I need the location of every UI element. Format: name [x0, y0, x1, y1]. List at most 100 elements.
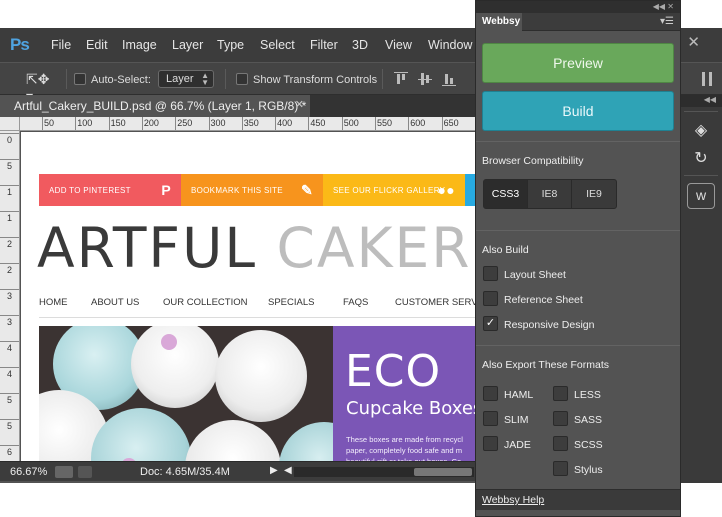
site-nav-collection[interactable]: OUR COLLECTION	[163, 297, 247, 308]
menu-type[interactable]: Type	[217, 38, 244, 52]
share-flickr[interactable]: SEE OUR FLICKR GALLERY ●●	[323, 174, 465, 206]
ruler-tick	[141, 117, 143, 130]
close-tab-icon[interactable]: ✕	[295, 98, 304, 111]
browser-compat-heading: Browser Compatibility	[482, 155, 584, 167]
document-profile-icon[interactable]	[55, 466, 73, 478]
site-nav-about[interactable]: ABOUT US	[91, 297, 139, 308]
site-nav-home[interactable]: HOME	[39, 297, 68, 308]
align-bottom-icon[interactable]	[442, 72, 456, 86]
menu-view[interactable]: View	[385, 38, 412, 52]
webbsy-icon[interactable]: w	[687, 183, 715, 209]
menu-filter[interactable]: Filter	[310, 38, 338, 52]
move-tool-icon[interactable]: ⇱✥ ▾	[26, 71, 58, 104]
layout-sheet-checkbox[interactable]	[483, 266, 498, 281]
ruler-tick-label: 2	[7, 239, 13, 249]
responsive-design-label: Responsive Design	[504, 319, 595, 331]
collapse-dock-icon[interactable]: ◀◀	[680, 95, 722, 107]
ruler-corner	[0, 117, 20, 131]
nav-divider	[39, 317, 476, 318]
auto-select-value: Layer	[166, 73, 194, 85]
ruler-tick-label: 3	[7, 317, 13, 327]
build-button[interactable]: Build	[482, 91, 674, 131]
divider	[225, 69, 226, 89]
ruler-tick	[0, 237, 19, 238]
divider	[476, 230, 680, 231]
history-icon[interactable]: ↻	[687, 145, 715, 171]
ruler-tick-label: 150	[110, 118, 126, 128]
scss-checkbox[interactable]	[553, 436, 568, 451]
flower-decoration	[161, 334, 177, 350]
right-dock: ◀◀ ◈ ↻ w	[680, 95, 722, 483]
compat-ie8[interactable]: IE8	[528, 180, 572, 208]
stylus-checkbox[interactable]	[553, 461, 568, 476]
checkmark-icon: ✓	[485, 317, 496, 329]
menu-edit[interactable]: Edit	[86, 38, 108, 52]
show-transform-checkbox[interactable]	[236, 73, 248, 85]
ruler-tick-label: 2	[7, 265, 13, 275]
scroll-left-icon[interactable]: ◀	[284, 465, 292, 476]
jade-checkbox[interactable]	[483, 436, 498, 451]
share-bookmark[interactable]: BOOKMARK THIS SITE ✎	[181, 174, 323, 206]
site-nav-customer-service[interactable]: CUSTOMER SERVI	[395, 297, 476, 308]
hero-title: ECO	[345, 346, 442, 397]
distribute-icon[interactable]	[700, 72, 714, 86]
horizontal-ruler[interactable]: 50 100 150 200 250 300 350 400 450 500 550 600 650	[20, 117, 476, 131]
zoom-level[interactable]: 66.67%	[10, 466, 47, 478]
document-tab-title: Artful_Cakery_BUILD.psd @ 66.7% (Layer 1…	[14, 99, 307, 113]
scrollbar-thumb[interactable]	[414, 468, 472, 476]
haml-checkbox[interactable]	[483, 386, 498, 401]
ruler-tick	[0, 341, 19, 342]
show-transform-label: Show Transform Controls	[253, 74, 378, 86]
divider	[684, 111, 718, 112]
share-pinterest[interactable]: ADD TO PINTEREST P	[39, 174, 181, 206]
divider	[382, 69, 383, 89]
share-icon[interactable]	[78, 466, 92, 478]
menu-file[interactable]: File	[51, 38, 71, 52]
menu-window[interactable]: Window	[428, 38, 472, 52]
panel-menu-icon[interactable]: ▾☰	[660, 16, 674, 27]
menu-3d[interactable]: 3D	[352, 38, 368, 52]
status-menu-arrow-icon[interactable]: ▶	[270, 465, 278, 476]
reference-sheet-checkbox[interactable]	[483, 291, 498, 306]
ruler-tick-label: 300	[210, 118, 226, 128]
auto-select-dropdown[interactable]: Layer ▲ ▼	[158, 70, 214, 88]
hero-subtitle: Cupcake Boxes	[346, 398, 476, 419]
ruler-tick	[0, 289, 19, 290]
document-tab[interactable]: Artful_Cakery_BUILD.psd @ 66.7% (Layer 1…	[0, 95, 310, 117]
menu-select[interactable]: Select	[260, 38, 295, 52]
close-icon[interactable]: ✕	[687, 33, 700, 51]
collapse-panel-icon[interactable]: ◀◀ ✕	[476, 1, 680, 13]
document-canvas[interactable]: ADD TO PINTEREST P BOOKMARK THIS SITE ✎ …	[21, 132, 476, 461]
sass-checkbox[interactable]	[553, 411, 568, 426]
ruler-tick	[0, 263, 19, 264]
cupcake-image	[91, 408, 191, 461]
menu-layer[interactable]: Layer	[172, 38, 203, 52]
menu-image[interactable]: Image	[122, 38, 157, 52]
ruler-tick-label: 5	[7, 395, 13, 405]
stylus-label: Stylus	[574, 464, 603, 476]
compat-ie9[interactable]: IE9	[572, 180, 616, 208]
compat-css3[interactable]: CSS3	[484, 180, 528, 208]
site-nav-specials[interactable]: SPECIALS	[268, 297, 314, 308]
layout-sheet-label: Layout Sheet	[504, 269, 566, 281]
vertical-ruler[interactable]: 0 5 1 1 2 2 3 3 4 4 5 5 6	[0, 131, 20, 461]
horizontal-scrollbar[interactable]	[294, 467, 474, 477]
auto-select-checkbox[interactable]	[74, 73, 86, 85]
divider	[476, 141, 680, 142]
webbsy-help-link[interactable]: Webbsy Help	[482, 494, 544, 506]
responsive-design-checkbox[interactable]: ✓	[483, 316, 498, 331]
less-checkbox[interactable]	[553, 386, 568, 401]
slim-checkbox[interactable]	[483, 411, 498, 426]
layers-icon[interactable]: ◈	[687, 117, 715, 143]
ruler-tick-label: 650	[443, 118, 459, 128]
site-nav-faqs[interactable]: FAQS	[343, 297, 368, 308]
webbsy-footer: Webbsy Help	[476, 489, 680, 510]
webbsy-tab[interactable]: Webbsy	[476, 13, 522, 31]
align-middle-icon[interactable]	[418, 72, 432, 86]
ruler-tick	[208, 117, 210, 130]
align-top-icon[interactable]	[394, 72, 408, 86]
preview-button[interactable]: Preview	[482, 43, 674, 83]
ruler-tick	[441, 117, 443, 130]
share-bookmark-label: BOOKMARK THIS SITE	[191, 186, 283, 195]
ruler-tick-label: 4	[7, 369, 13, 379]
